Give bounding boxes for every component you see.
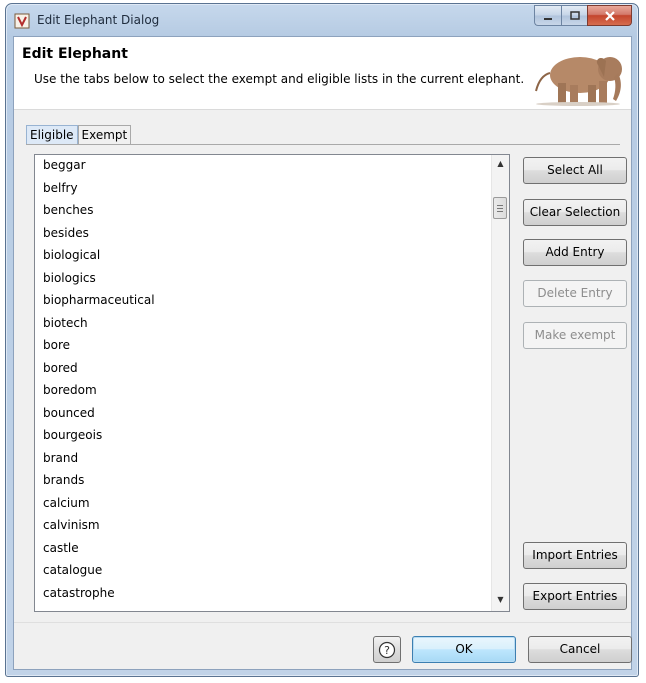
minimize-button[interactable] (534, 5, 561, 26)
list-item[interactable]: brands (35, 470, 509, 493)
dialog-description: Use the tabs below to select the exempt … (34, 72, 525, 86)
close-button[interactable] (587, 5, 632, 26)
list-item[interactable]: bore (35, 335, 509, 358)
entries-list[interactable]: beggar belfry benches besides biological biol… (34, 154, 510, 612)
list-item[interactable]: bounced (35, 403, 509, 426)
tab-exempt[interactable]: Exempt (77, 125, 132, 144)
list-item[interactable]: beggar (35, 155, 509, 178)
select-all-button[interactable]: Select All (523, 157, 627, 184)
scroll-up-icon[interactable]: ▲ (496, 159, 505, 168)
list-item[interactable]: bored (35, 358, 509, 381)
list-item[interactable]: biologics (35, 268, 509, 291)
ok-button[interactable]: OK (412, 636, 516, 663)
list-item[interactable]: biological (35, 245, 509, 268)
close-icon (604, 10, 615, 21)
list-item[interactable]: castle (35, 538, 509, 561)
list-item[interactable]: calcium (35, 493, 509, 516)
cancel-button[interactable]: Cancel (528, 636, 632, 663)
list-item[interactable]: boredom (35, 380, 509, 403)
list-item[interactable]: biopharmaceutical (35, 290, 509, 313)
minimize-icon (544, 17, 552, 20)
document-icon (14, 13, 30, 29)
import-entries-button[interactable]: Import Entries (523, 542, 627, 569)
scroll-down-icon[interactable]: ▼ (496, 595, 505, 604)
title-bar[interactable]: Edit Elephant Dialog (6, 4, 638, 36)
help-button[interactable]: ? (373, 636, 401, 663)
footer-divider (14, 622, 631, 623)
help-icon: ? (378, 641, 396, 658)
tab-divider (26, 144, 620, 145)
svg-text:?: ? (384, 644, 390, 657)
list-item[interactable]: catastrophe (35, 583, 509, 606)
list-item[interactable]: biotech (35, 313, 509, 336)
add-entry-button[interactable]: Add Entry (523, 239, 627, 266)
list-item[interactable]: besides (35, 223, 509, 246)
delete-entry-button[interactable]: Delete Entry (523, 280, 627, 307)
elephant-image (535, 57, 622, 106)
export-entries-button[interactable]: Export Entries (523, 583, 627, 610)
dialog-header: Edit Elephant Use the tabs below to sele… (14, 37, 631, 110)
list-item[interactable]: belfry (35, 178, 509, 201)
make-exempt-button[interactable]: Make exempt (523, 322, 627, 349)
tab-bar: Eligible Exempt (26, 125, 132, 144)
list-item[interactable]: calvinism (35, 515, 509, 538)
scrollbar-thumb[interactable] (493, 197, 507, 219)
clear-selection-button[interactable]: Clear Selection (523, 199, 627, 226)
list-item[interactable]: benches (35, 200, 509, 223)
dialog-heading: Edit Elephant (22, 46, 128, 62)
maximize-icon (569, 10, 580, 20)
dialog-window: Edit Elephant Dialog Edit Elephant Use t… (5, 3, 639, 677)
vertical-scrollbar[interactable]: ▲ ▼ (491, 155, 509, 611)
window-title: Edit Elephant Dialog (37, 13, 160, 27)
list-item[interactable]: catalogue (35, 560, 509, 583)
list-item[interactable]: bourgeois (35, 425, 509, 448)
dialog-body: Edit Elephant Use the tabs below to sele… (13, 36, 632, 670)
list-item[interactable]: brand (35, 448, 509, 471)
maximize-button[interactable] (561, 5, 587, 26)
tab-eligible[interactable]: Eligible (26, 125, 78, 144)
